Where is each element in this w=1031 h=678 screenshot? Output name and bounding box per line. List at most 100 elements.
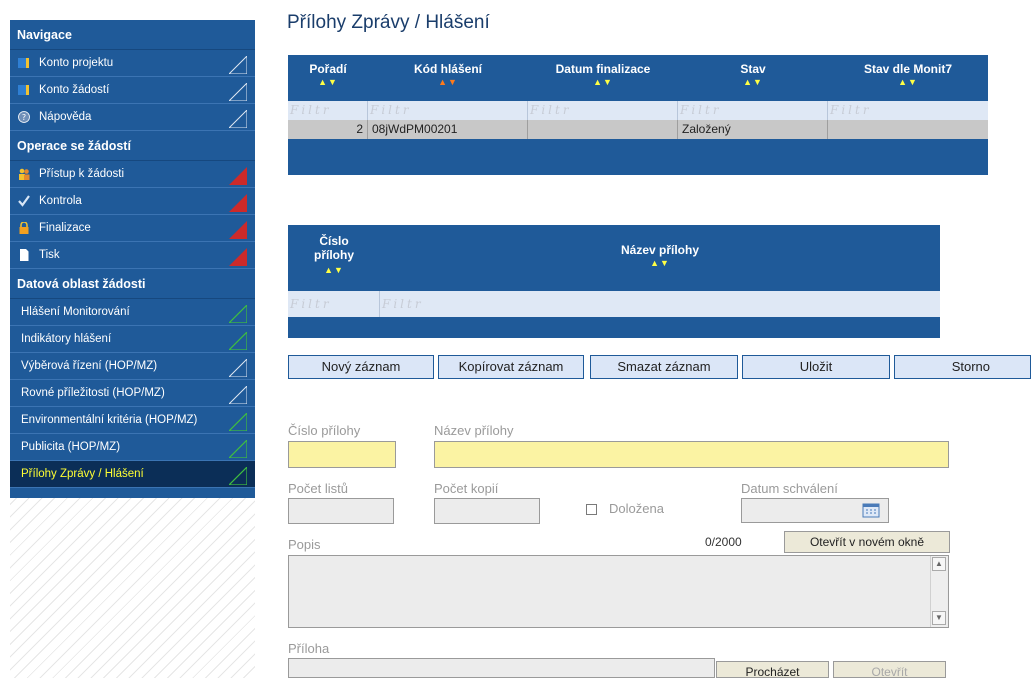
- open-file-button[interactable]: Otevřít: [833, 661, 946, 678]
- corner-tab-icon: [229, 221, 247, 239]
- filter-input[interactable]: Filtr: [678, 101, 828, 120]
- corner-tab-icon: [229, 332, 247, 350]
- nazev-prilohy-label: Název přílohy: [434, 423, 514, 438]
- nav-header-datova-oblast: Datová oblast žádosti: [10, 269, 255, 299]
- corner-tab-icon: [229, 467, 247, 485]
- column-header-stav-monit[interactable]: Stav dle Monit7 ▲▼: [828, 55, 988, 101]
- cell-poradi: 2: [288, 120, 368, 139]
- filter-input[interactable]: Filtr: [288, 101, 368, 120]
- sidebar-item-publicita[interactable]: Publicita (HOP/MZ): [10, 434, 255, 461]
- popis-scrollbar[interactable]: ▲ ▼: [930, 556, 947, 627]
- cislo-prilohy-input[interactable]: [288, 441, 396, 468]
- sidebar-item-finalizace[interactable]: Finalizace: [10, 215, 255, 242]
- sidebar-item-konto-zadosti[interactable]: Konto žádostí: [10, 77, 255, 104]
- nazev-prilohy-input[interactable]: [434, 441, 949, 468]
- column-header-nazev[interactable]: Název přílohy ▲▼: [380, 225, 940, 291]
- sidebar-item-rovne-prilezitosti[interactable]: Rovné příležitosti (HOP/MZ): [10, 380, 255, 407]
- attachments-grid-header: Číslo přílohy ▲▼ Název přílohy ▲▼: [288, 225, 940, 291]
- priloha-label: Příloha: [288, 641, 330, 656]
- nav-footer: [10, 488, 255, 498]
- datum-schvaleni-label: Datum schválení: [741, 481, 838, 496]
- char-count: 0/2000: [705, 535, 742, 549]
- popis-textarea[interactable]: [288, 555, 949, 628]
- attachments-grid: Číslo přílohy ▲▼ Název přílohy ▲▼ Filtr Fi…: [288, 225, 940, 338]
- save-button[interactable]: Uložit: [742, 355, 890, 379]
- corner-tab-icon: [229, 56, 247, 74]
- calendar-icon[interactable]: [862, 502, 880, 518]
- sort-arrows-icon[interactable]: ▲▼: [288, 77, 368, 87]
- column-header-poradi[interactable]: Pořadí ▲▼: [288, 55, 368, 101]
- sidebar-item-label: Přístup k žádosti: [39, 168, 125, 180]
- reports-grid: Pořadí ▲▼ Kód hlášení ▲▼ Datum finalizace ▲…: [288, 55, 988, 175]
- sort-arrows-icon[interactable]: ▲▼: [288, 263, 380, 277]
- filter-row: Filtr Filtr Filtr Filtr Filtr: [288, 101, 988, 120]
- folder-icon: [18, 85, 29, 95]
- sidebar-item-environmentalni[interactable]: Environmentální kritéria (HOP/MZ): [10, 407, 255, 434]
- filter-row: Filtr Filtr: [288, 291, 940, 317]
- filter-input[interactable]: Filtr: [380, 291, 940, 317]
- sidebar-item-label: Konto projektu: [39, 57, 114, 69]
- sidebar-item-label: Přílohy Zprávy / Hlášení: [21, 468, 144, 480]
- table-row[interactable]: 2 08jWdPM00201 Založený: [288, 120, 988, 139]
- column-header-datum[interactable]: Datum finalizace ▲▼: [528, 55, 678, 101]
- pocet-listu-input[interactable]: [288, 498, 394, 524]
- nav-block: Navigace Konto projektu Konto žádostí ? …: [10, 20, 255, 498]
- svg-text:?: ?: [22, 113, 26, 122]
- sidebar-item-label: Environmentální kritéria (HOP/MZ): [21, 414, 198, 426]
- pocet-kopii-label: Počet kopií: [434, 481, 499, 496]
- browse-button[interactable]: Procházet: [716, 661, 829, 678]
- sidebar: Navigace Konto projektu Konto žádostí ? …: [10, 20, 255, 678]
- filter-input[interactable]: Filtr: [828, 101, 988, 120]
- sort-arrows-icon[interactable]: ▲▼: [368, 77, 528, 87]
- folder-icon: [18, 58, 29, 68]
- sidebar-item-napoveda[interactable]: ? Nápověda: [10, 104, 255, 131]
- sidebar-item-label: Nápověda: [39, 111, 92, 123]
- copy-record-button[interactable]: Kopírovat záznam: [438, 355, 584, 379]
- corner-tab-icon: [229, 167, 247, 185]
- reports-grid-header: Pořadí ▲▼ Kód hlášení ▲▼ Datum finalizace ▲…: [288, 55, 988, 101]
- document-icon: [20, 249, 29, 261]
- sidebar-item-label: Výběrová řízení (HOP/MZ): [21, 360, 158, 372]
- filter-input[interactable]: Filtr: [368, 101, 528, 120]
- scroll-down-icon[interactable]: ▼: [932, 611, 946, 625]
- cell-stav-monit: [828, 120, 988, 139]
- filter-input[interactable]: Filtr: [288, 291, 380, 317]
- sort-arrows-icon[interactable]: ▲▼: [528, 77, 678, 87]
- sidebar-item-tisk[interactable]: Tisk: [10, 242, 255, 269]
- pocet-kopii-input[interactable]: [434, 498, 540, 524]
- sidebar-item-pristup[interactable]: Přístup k žádosti: [10, 161, 255, 188]
- checkmark-icon: [18, 195, 30, 207]
- sidebar-item-label: Tisk: [39, 249, 60, 261]
- sidebar-item-vyberova-rizeni[interactable]: Výběrová řízení (HOP/MZ): [10, 353, 255, 380]
- sidebar-item-kontrola[interactable]: Kontrola: [10, 188, 255, 215]
- sidebar-item-label: Hlášení Monitorování: [21, 306, 130, 318]
- corner-tab-icon: [229, 248, 247, 266]
- corner-tab-icon: [229, 305, 247, 323]
- sidebar-item-prilohy[interactable]: Přílohy Zprávy / Hlášení: [10, 461, 255, 488]
- sort-arrows-icon[interactable]: ▲▼: [828, 77, 988, 87]
- sort-arrows-icon[interactable]: ▲▼: [678, 77, 828, 87]
- delete-record-button[interactable]: Smazat záznam: [590, 355, 738, 379]
- dolozena-checkbox[interactable]: [586, 504, 597, 515]
- sidebar-item-label: Kontrola: [39, 195, 82, 207]
- sort-arrows-icon[interactable]: ▲▼: [380, 258, 940, 268]
- corner-tab-icon: [229, 83, 247, 101]
- column-header-stav[interactable]: Stav ▲▼: [678, 55, 828, 101]
- sidebar-item-konto-projektu[interactable]: Konto projektu: [10, 50, 255, 77]
- new-record-button[interactable]: Nový záznam: [288, 355, 434, 379]
- pocet-listu-label: Počet listů: [288, 481, 348, 496]
- column-header-kod[interactable]: Kód hlášení ▲▼: [368, 55, 528, 101]
- cancel-button[interactable]: Storno: [894, 355, 1031, 379]
- dolozena-label: Doložena: [609, 501, 664, 516]
- sidebar-item-label: Konto žádostí: [39, 84, 110, 96]
- corner-tab-icon: [229, 194, 247, 212]
- cell-kod: 08jWdPM00201: [368, 120, 528, 139]
- scroll-up-icon[interactable]: ▲: [932, 557, 946, 571]
- priloha-input[interactable]: [288, 658, 715, 678]
- filter-input[interactable]: Filtr: [528, 101, 678, 120]
- column-header-cislo[interactable]: Číslo přílohy ▲▼: [288, 225, 380, 291]
- sidebar-item-hlaseni-monitorovani[interactable]: Hlášení Monitorování: [10, 299, 255, 326]
- sidebar-item-indikatory[interactable]: Indikátory hlášení: [10, 326, 255, 353]
- open-in-new-window-button[interactable]: Otevřít v novém okně: [784, 531, 950, 553]
- sidebar-item-label: Finalizace: [39, 222, 91, 234]
